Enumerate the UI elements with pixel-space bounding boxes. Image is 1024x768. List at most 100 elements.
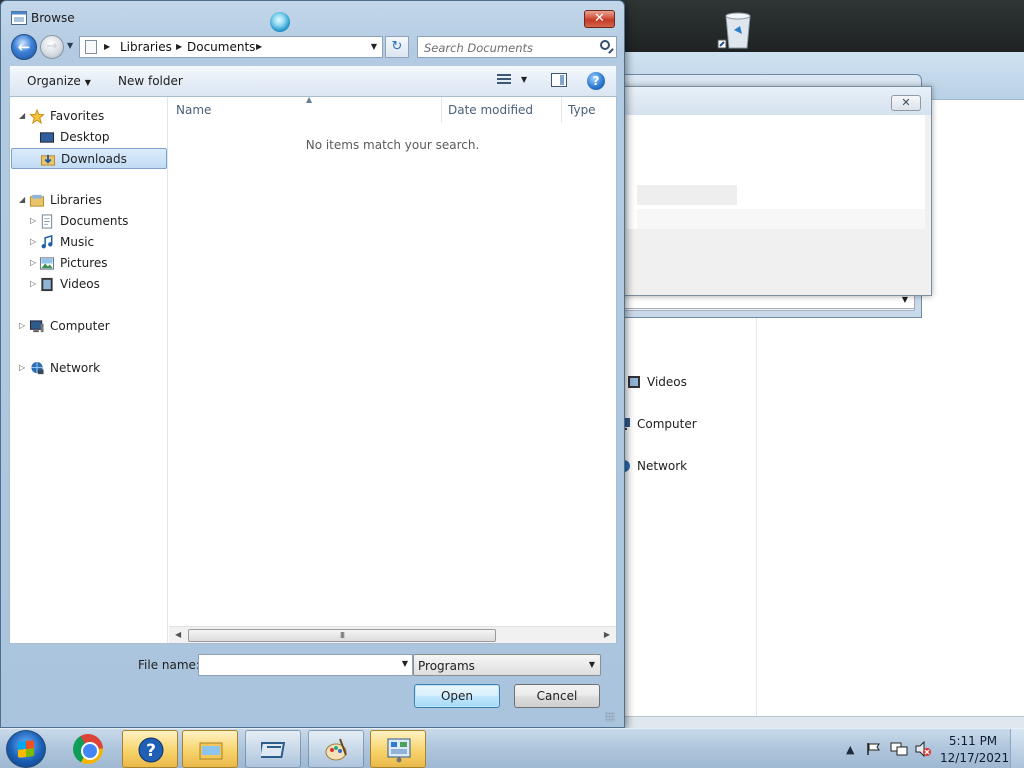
background-popup-close-button[interactable]: ✕ <box>891 95 921 111</box>
nav-music-label: Music <box>60 235 95 249</box>
column-header-name[interactable]: Name ▲ <box>169 95 441 123</box>
chrome-icon[interactable] <box>73 734 103 764</box>
column-name-label: Name <box>176 103 212 117</box>
background-popup-window: ✕ <box>620 86 932 296</box>
change-view-icon[interactable] <box>497 74 511 86</box>
search-input[interactable]: Search Documents <box>417 36 617 58</box>
file-name-input[interactable]: ▼ <box>198 654 413 676</box>
nav-downloads-label: Downloads <box>61 152 127 166</box>
show-desktop-button[interactable] <box>1010 729 1024 768</box>
file-type-select[interactable]: Programs ▼ <box>413 654 601 676</box>
chevron-down-icon[interactable]: ▼ <box>402 659 408 668</box>
refresh-icon[interactable]: ↻ <box>385 36 409 58</box>
nav-pictures[interactable]: ▷ Pictures <box>10 253 168 274</box>
breadcrumb-documents[interactable]: Documents <box>187 40 255 54</box>
scrollbar-thumb[interactable]: III <box>188 629 496 642</box>
address-dropdown-icon[interactable]: ▼ <box>366 37 382 57</box>
forward-arrow-icon[interactable]: → <box>40 35 64 59</box>
expand-arrow-icon[interactable]: ▷ <box>30 279 36 288</box>
background-nav-network[interactable]: Network <box>617 456 687 476</box>
expand-arrow-icon[interactable]: ▷ <box>19 321 25 330</box>
sort-ascending-icon: ▲ <box>306 95 313 104</box>
nav-pictures-label: Pictures <box>60 256 108 270</box>
window-app-icon <box>261 742 286 758</box>
clock-time[interactable]: 5:11 PM <box>944 734 1002 748</box>
chevron-right-icon[interactable]: ▶ <box>176 42 182 51</box>
desktop-icon <box>39 132 55 143</box>
chevron-down-icon: ▼ <box>588 660 595 669</box>
busy-cursor-icon <box>270 12 290 32</box>
taskbar-explorer-button[interactable] <box>182 730 238 768</box>
nav-downloads[interactable]: Downloads <box>11 148 167 169</box>
scroll-right-arrow-icon[interactable]: ▶ <box>604 630 610 639</box>
chevron-right-icon[interactable]: ▶ <box>104 42 110 51</box>
column-header-type[interactable]: Type <box>561 97 617 123</box>
documents-icon <box>41 214 53 229</box>
expand-arrow-icon[interactable]: ▷ <box>30 237 36 246</box>
folder-icon <box>199 742 223 760</box>
browse-dialog: Browse ✕ ← → ▼ ▶ Libraries ▶ Documents ▶… <box>0 0 625 728</box>
expand-arrow-icon[interactable]: ▷ <box>30 216 36 225</box>
file-name-label: File name: <box>138 658 200 672</box>
dialog-titlebar[interactable]: Browse ✕ <box>1 1 624 32</box>
open-button[interactable]: Open <box>414 684 500 708</box>
background-popup-body <box>627 115 925 289</box>
view-options-dropdown-icon[interactable]: ▼ <box>521 75 527 84</box>
horizontal-scrollbar[interactable]: ◀ III ▶ <box>169 626 616 643</box>
expand-arrow-icon[interactable]: ▷ <box>30 258 36 267</box>
address-bar[interactable]: ▶ Libraries ▶ Documents ▶ ▼ <box>79 36 383 58</box>
clock-date[interactable]: 12/17/2021 <box>940 751 1009 765</box>
new-folder-button[interactable]: New folder <box>118 74 183 88</box>
background-nav-computer[interactable]: Computer <box>617 414 697 434</box>
column-date-label: Date modified <box>448 103 534 117</box>
nav-desktop[interactable]: Desktop <box>10 127 168 148</box>
background-nav-videos[interactable]: Videos <box>627 372 687 392</box>
taskbar-app-button[interactable] <box>245 730 301 768</box>
taskbar-paint-button[interactable] <box>308 730 364 768</box>
show-hidden-icons-icon[interactable]: ▲ <box>846 743 854 756</box>
nav-favorites[interactable]: ◢ Favorites <box>10 106 168 127</box>
navigation-bar: ← → ▼ ▶ Libraries ▶ Documents ▶ ▼ ↻ Sear… <box>9 34 617 60</box>
nav-libraries[interactable]: ◢ Libraries <box>10 190 168 211</box>
nav-videos[interactable]: ▷ Videos <box>10 274 168 295</box>
cancel-button[interactable]: Cancel <box>514 684 600 708</box>
network-icon <box>31 361 44 375</box>
organize-label: Organize <box>27 74 81 88</box>
nav-documents-label: Documents <box>60 214 129 228</box>
breadcrumb-libraries[interactable]: Libraries <box>120 40 172 54</box>
expand-arrow-icon[interactable]: ▷ <box>19 363 25 372</box>
column-header-date-modified[interactable]: Date modified <box>441 97 561 123</box>
recent-pages-dropdown-icon[interactable]: ▼ <box>67 41 73 50</box>
nav-music[interactable]: ▷ Music <box>10 232 168 253</box>
computer-icon <box>29 320 44 333</box>
nav-documents[interactable]: ▷ Documents <box>10 211 168 232</box>
preview-pane-icon[interactable] <box>551 73 567 87</box>
command-bar: Organize ▼ New folder ▼ ? <box>9 65 617 97</box>
chevron-right-icon[interactable]: ▶ <box>256 42 262 51</box>
action-center-flag-icon[interactable] <box>866 742 882 756</box>
nav-desktop-label: Desktop <box>60 130 110 144</box>
nav-videos-label: Videos <box>60 277 100 291</box>
search-placeholder: Search Documents <box>424 41 533 55</box>
close-button[interactable]: ✕ <box>584 10 615 28</box>
videos-icon <box>41 277 53 292</box>
scroll-left-arrow-icon[interactable]: ◀ <box>175 630 181 639</box>
recycle-bin-icon[interactable] <box>716 8 760 52</box>
taskbar-help-button[interactable]: ? <box>122 730 178 768</box>
back-arrow-icon[interactable]: ← <box>11 34 37 60</box>
videos-icon <box>628 376 640 388</box>
network-status-icon[interactable] <box>890 741 908 757</box>
help-icon[interactable]: ? <box>587 72 605 90</box>
collapse-arrow-icon[interactable]: ◢ <box>19 111 25 120</box>
background-popup-titlebar <box>621 87 931 115</box>
nav-network[interactable]: ▷ Network <box>10 358 168 379</box>
start-button[interactable] <box>6 730 46 768</box>
search-icon[interactable] <box>600 40 610 50</box>
paint-icon <box>325 738 347 761</box>
collapse-arrow-icon[interactable]: ◢ <box>19 195 25 204</box>
taskbar-control-panel-button[interactable] <box>370 730 426 768</box>
volume-muted-icon[interactable] <box>914 741 932 757</box>
organize-button[interactable]: Organize ▼ <box>27 74 91 88</box>
resize-grip-icon[interactable] <box>605 712 615 722</box>
nav-computer[interactable]: ▷ Computer <box>10 316 168 337</box>
